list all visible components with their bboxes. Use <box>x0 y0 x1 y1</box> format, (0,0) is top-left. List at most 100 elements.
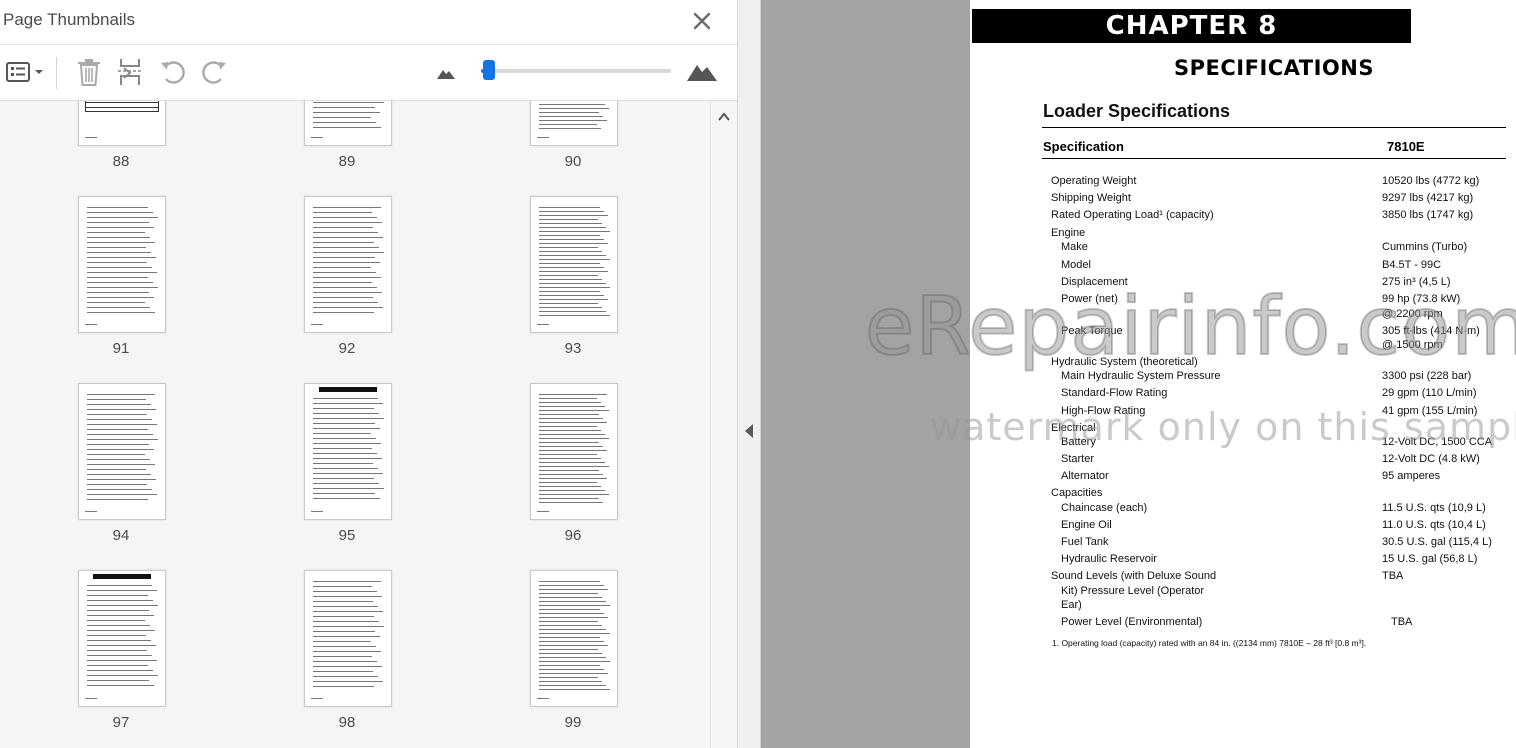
thumbnail-page[interactable] <box>304 101 392 146</box>
thumbnail-text-line <box>539 128 601 129</box>
thumbnail-text-line <box>87 660 157 661</box>
thumbnail-text-line <box>313 117 371 118</box>
thumbnail-text-line <box>539 462 605 463</box>
thumbnail-text-line <box>313 267 371 268</box>
thumbnail-text-line <box>539 474 603 475</box>
thumbnail-page[interactable] <box>530 383 618 520</box>
collapse-panel-arrow-icon[interactable] <box>745 424 753 438</box>
thumbnail-text-line <box>87 424 157 425</box>
thumbnail-options-button[interactable] <box>2 57 46 87</box>
spec-label: Electrical <box>1051 422 1096 434</box>
thumbnail-text-line <box>313 107 375 108</box>
thumbnail-text-line <box>539 482 597 483</box>
thumbnail-text-line <box>87 585 152 586</box>
thumbnail-text-line <box>539 227 606 228</box>
spec-value: TBA <box>1391 616 1413 628</box>
thumbnail-page[interactable] <box>530 570 618 707</box>
thumbnail-page[interactable] <box>78 196 166 333</box>
thumbnail-text-line <box>313 591 377 592</box>
thumbnail-text-line <box>539 303 598 304</box>
thumbnail-text-line <box>87 262 147 263</box>
zoom-in-button[interactable] <box>687 61 717 86</box>
thumbnail-text-line <box>539 219 598 220</box>
spec-label: Capacities <box>1051 487 1103 499</box>
panel-splitter[interactable] <box>738 0 761 748</box>
thumbnail-text-line <box>539 438 609 439</box>
scroll-up-button[interactable] <box>716 109 732 125</box>
spec-value: 3850 lbs (1747 kg) <box>1382 209 1474 221</box>
thumbnail-text-line <box>539 442 599 443</box>
thumbnail-page[interactable] <box>78 383 166 520</box>
thumbnail-text-line <box>313 237 383 238</box>
thumbnail-text-line <box>313 581 381 582</box>
thumbnail-page-number: 90 <box>564 153 582 170</box>
spec-label: Kit) Pressure Level (Operator <box>1061 585 1205 597</box>
thumbnail-text-line <box>313 277 381 278</box>
thumbnail-text-line <box>313 112 380 113</box>
thumbnail-text-line <box>539 609 600 610</box>
thumbnail-text-line <box>87 302 145 303</box>
thumbnail-page[interactable] <box>304 383 392 520</box>
thumbnail-page[interactable] <box>304 570 392 707</box>
spec-label: Shipping Weight <box>1051 192 1131 204</box>
insert-page-button[interactable] <box>114 57 146 87</box>
thumbnail-text-line <box>87 595 148 596</box>
zoom-out-button[interactable] <box>437 66 455 84</box>
thumbnail-text-line <box>313 438 376 439</box>
thumbnail-text-line <box>313 292 382 293</box>
thumbnail-text-line <box>313 596 382 597</box>
thumbnail-text-line <box>539 669 604 670</box>
thumbnail-page[interactable] <box>78 101 166 146</box>
thumbnail-text-line <box>539 673 608 674</box>
thumbnail-text-line <box>539 621 598 622</box>
thumbnail-text-line <box>87 247 146 248</box>
spec-value: 11.0 U.S. qts (10,4 L) <box>1382 519 1486 531</box>
thumbnail-text-line <box>539 235 600 236</box>
zoom-slider[interactable] <box>481 60 671 80</box>
thumbnail-text-line <box>539 641 604 642</box>
thumbnail-text-line <box>313 207 381 208</box>
thumbnail-text-line <box>313 222 382 223</box>
thumbnail-page[interactable] <box>78 570 166 707</box>
thumbnail-text-line <box>87 292 149 293</box>
rotate-counterclockwise-button[interactable] <box>157 57 189 87</box>
thumbnail-text-line <box>87 297 154 298</box>
thumbnail-text-line <box>313 302 378 303</box>
chapter-heading: CHAPTER 8 <box>972 9 1411 43</box>
spec-value: 15 U.S. gal (56,8 L) <box>1382 553 1478 565</box>
thumbnail-text-line <box>87 277 148 278</box>
thumbnail-footer-line <box>537 324 549 325</box>
thumbnail-text-line <box>539 466 609 467</box>
thumbnail-text-line <box>539 430 601 431</box>
thumbnail-text-line <box>539 418 603 419</box>
thumbnail-text-line <box>87 414 147 415</box>
thumbnail-page[interactable] <box>530 101 618 146</box>
chapter-subtitle: SPECIFICATIONS <box>1174 56 1374 80</box>
thumbnail-text-line <box>87 600 153 601</box>
spec-label: Displacement <box>1061 276 1128 288</box>
thumbnail-page[interactable] <box>530 196 618 333</box>
thumbnail-text-line <box>539 231 610 232</box>
thumbnail-text-line <box>539 629 606 630</box>
section-rule <box>1042 127 1506 128</box>
thumbnail-text-line <box>539 589 608 590</box>
thumbnail-text-line <box>313 641 371 642</box>
spec-label: Hydraulic Reservoir <box>1061 553 1157 565</box>
thumbnail-text-line <box>87 419 152 420</box>
thumbnail-text-line <box>313 232 378 233</box>
close-button[interactable] <box>689 8 715 34</box>
thumbnail-text-line <box>539 657 606 658</box>
thumbnail-page[interactable] <box>304 196 392 333</box>
rotate-clockwise-button[interactable] <box>198 57 230 87</box>
thumbnail-text-line <box>313 428 380 429</box>
large-mountain-icon <box>687 65 717 81</box>
thumbnail-text-line <box>539 223 602 224</box>
thumbnail-text-line <box>539 689 610 690</box>
thumbnail-footer-line <box>85 324 97 325</box>
zoom-slider-handle[interactable] <box>482 60 495 80</box>
thumbnail-text-line <box>313 636 380 637</box>
spec-value: TBA <box>1382 570 1404 582</box>
thumbnail-text-line <box>539 394 607 395</box>
delete-page-button[interactable] <box>73 57 105 87</box>
thumbnail-scrollbar[interactable] <box>710 101 737 748</box>
